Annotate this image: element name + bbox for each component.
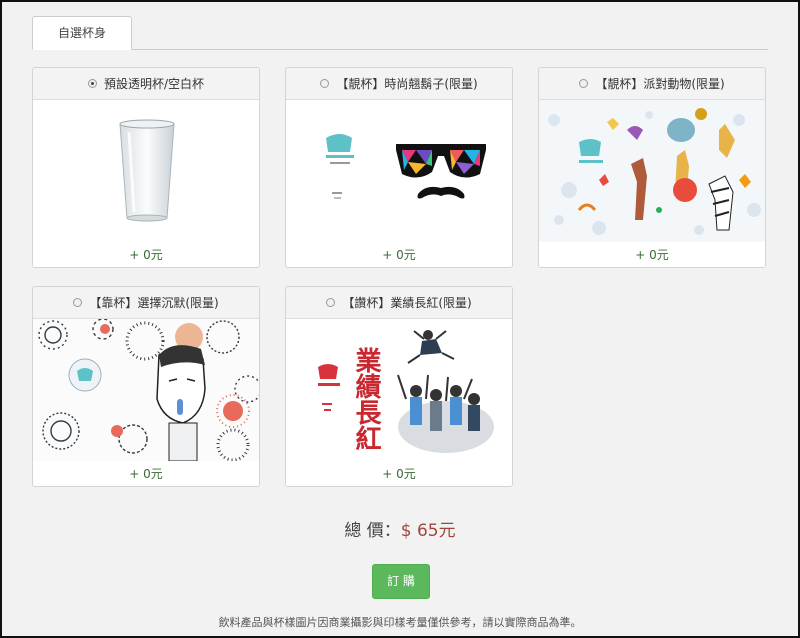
radio-button[interactable] xyxy=(73,298,83,307)
cup-option-performance[interactable]: 【讚杯】業績長紅(限量) 業績長紅 + 0元 xyxy=(285,286,513,487)
cup-price: + 0元 xyxy=(382,248,416,262)
jumping-person-icon xyxy=(407,330,455,364)
cup-price: + 0元 xyxy=(382,467,416,481)
radio-button[interactable] xyxy=(87,79,97,88)
sunglasses-mustache-art xyxy=(326,134,486,199)
cup-option-header: 預設透明杯/空白杯 xyxy=(33,68,259,100)
clear-cup-icon xyxy=(119,119,175,222)
brand-logo-icon xyxy=(318,364,340,411)
radio-button[interactable] xyxy=(579,79,589,88)
cup-option-header: 【讚杯】業績長紅(限量) xyxy=(286,287,512,319)
sunglasses-icon xyxy=(396,144,486,178)
party-animals-art xyxy=(539,100,765,242)
cup-image: 業績長紅 xyxy=(286,319,512,461)
cup-option-silence[interactable]: 【靠杯】選擇沉默(限量) + 0元 xyxy=(32,286,260,487)
silence-circles-art xyxy=(33,319,259,461)
cup-tabs: 自選杯身 xyxy=(32,16,768,50)
cup-option-header: 【靚杯】派對動物(限量) xyxy=(539,68,765,100)
cup-price: + 0元 xyxy=(635,248,669,262)
order-button[interactable]: 訂 購 xyxy=(372,564,430,599)
cup-option-title: 預設透明杯/空白杯 xyxy=(103,77,205,91)
radio-button[interactable] xyxy=(320,79,330,88)
cup-image xyxy=(33,319,259,461)
brand-logo-icon xyxy=(326,134,354,199)
total-price: 總 價：$ 65元 xyxy=(2,516,798,541)
radio-button[interactable] xyxy=(326,298,336,307)
tab-custom-cup[interactable]: 自選杯身 xyxy=(32,16,132,50)
total-amount: $ 65元 xyxy=(400,521,456,541)
total-label: 總 價： xyxy=(344,521,401,541)
cup-option-header: 【靚杯】時尚翹鬍子(限量) xyxy=(286,68,512,100)
cup-option-title: 【讚杯】業績長紅(限量) xyxy=(342,296,472,310)
performance-art: 業績長紅 xyxy=(318,330,494,453)
cup-option-mustache[interactable]: 【靚杯】時尚翹鬍子(限量) + 0元 xyxy=(285,67,513,268)
cup-image xyxy=(33,100,259,242)
cup-option-party-animals[interactable]: 【靚杯】派對動物(限量) + 0元 xyxy=(538,67,766,268)
mustache-icon xyxy=(417,186,465,199)
art-text: 業績長紅 xyxy=(351,347,381,451)
cup-option-header: 【靠杯】選擇沉默(限量) xyxy=(33,287,259,319)
cup-option-title: 【靠杯】選擇沉默(限量) xyxy=(89,296,219,310)
cup-image xyxy=(286,100,512,242)
cup-price: + 0元 xyxy=(129,248,163,262)
cup-option-clear[interactable]: 預設透明杯/空白杯 + 0元 xyxy=(32,67,260,268)
disclaimer-note: 飲料產品與杯樣圖片因商業攝影與印樣考量僅供參考，請以實際商品為準。 xyxy=(218,616,582,629)
cup-image xyxy=(539,100,765,242)
cup-price: + 0元 xyxy=(129,467,163,481)
cup-option-title: 【靚杯】派對動物(限量) xyxy=(595,77,725,91)
cup-option-title: 【靚杯】時尚翹鬍子(限量) xyxy=(336,77,478,91)
